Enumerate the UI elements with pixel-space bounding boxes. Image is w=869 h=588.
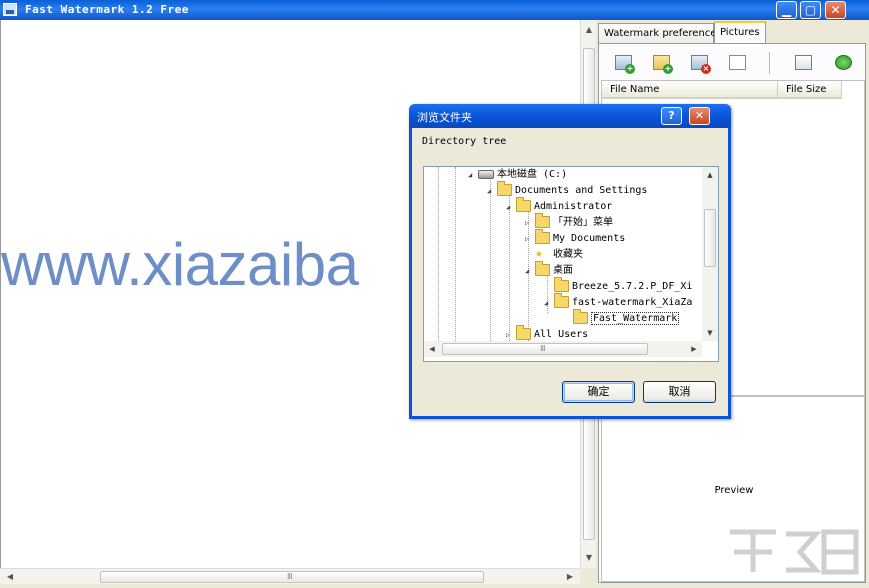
tree-node[interactable]: ◢ Documents and Settings [487,181,647,199]
column-header-file-size[interactable]: File Size [778,81,842,99]
dialog-title-bar: 浏览文件夹 ? ✕ [409,104,731,128]
tree-node-selected[interactable]: Fast_Watermark [563,309,680,327]
add-picture-icon[interactable]: + [613,52,635,74]
scroll-down-arrow-icon[interactable]: ▼ [581,550,597,566]
tree-node[interactable]: ◢ 本地磁盘 (C:) [468,167,567,183]
canvas-horizontal-scrollbar[interactable]: ◀ Ⅲ ▶ [0,568,580,584]
tab-watermark-preferences[interactable]: Watermark preferences [598,23,722,43]
folder-icon [554,293,569,308]
close-button[interactable]: ✕ [825,1,846,19]
tree-node[interactable]: ★ 收藏夹 [525,247,583,263]
app-icon [3,3,17,16]
canvas-horizontal-scroll-thumb[interactable]: Ⅲ [100,571,484,583]
tree-node[interactable]: Breeze_5.7.2.P_DF_Xi [544,277,692,295]
clear-list-icon[interactable] [727,52,749,74]
browse-folder-dialog: 浏览文件夹 ? ✕ Directory tree ◢ 本地磁盘 (C:) ◢ Doc… [409,104,731,419]
folder-icon [497,181,512,196]
star-icon: ★ [535,246,543,261]
maximize-button[interactable]: ▢ [800,1,821,19]
panel-tabs: Watermark preferences Pictures [598,21,868,44]
folder-icon [535,213,550,228]
folder-icon [516,325,531,340]
scroll-left-arrow-icon[interactable]: ◀ [2,569,18,585]
column-header-file-name[interactable]: File Name [602,81,778,99]
apply-check-icon[interactable] [833,52,855,74]
minimize-button[interactable]: ▁ [776,1,797,19]
title-bar: Fast Watermark 1.2 Free ▁ ▢ ✕ [0,0,869,20]
tree-node[interactable]: ◢ Administrator [506,197,612,215]
tree-vertical-scrollbar[interactable]: ▲ ▼ [702,167,718,341]
help-button[interactable]: ? [661,107,682,125]
dialog-title: 浏览文件夹 [417,111,472,124]
drive-icon [478,170,494,179]
folder-icon [516,197,531,212]
watermark-preview-text: www.xiazaiba [1,231,359,298]
scroll-right-arrow-icon[interactable]: ▶ [562,569,578,585]
tree-node[interactable]: ◢ 桌面 [525,261,573,279]
tree-node[interactable]: ◢ fast-watermark_XiaZa [544,293,692,311]
tree-scroll-right-arrow-icon[interactable]: ▶ [686,341,702,357]
tree-scroll-down-arrow-icon[interactable]: ▼ [702,325,718,341]
pictures-toolbar: + + × [609,52,859,76]
tree-scroll-up-arrow-icon[interactable]: ▲ [702,167,718,183]
dialog-close-button[interactable]: ✕ [689,107,710,125]
scroll-up-arrow-icon[interactable]: ▲ [581,22,597,38]
folder-icon [535,261,550,276]
tab-pictures[interactable]: Pictures [714,21,766,44]
add-folder-icon[interactable]: + [651,52,673,74]
tree-vertical-scroll-thumb[interactable] [704,209,716,267]
preview-label: Preview [714,485,754,496]
tree-horizontal-scrollbar[interactable]: ◀ Ⅲ ▶ [424,341,702,357]
cancel-button[interactable]: 取消 [643,381,716,403]
tree-scroll-left-arrow-icon[interactable]: ◀ [424,341,440,357]
remove-picture-icon[interactable]: × [689,52,711,74]
tree-horizontal-scroll-thumb[interactable]: Ⅲ [442,343,648,355]
folder-icon [573,309,588,324]
scroll-grip-icon: Ⅲ [287,572,293,581]
toolbar-separator [769,52,770,74]
directory-tree[interactable]: ◢ 本地磁盘 (C:) ◢ Documents and Settings ◢ Admi… [423,166,719,362]
tree-node[interactable]: ▷ My Documents [525,229,625,247]
window-title: Fast Watermark 1.2 Free [25,3,189,16]
ok-button[interactable]: 确定 [562,381,635,403]
tree-node[interactable]: ▷ All Users [506,325,588,341]
scroll-grip-icon: Ⅲ [540,344,546,353]
edit-icon[interactable] [793,52,815,74]
folder-icon [554,277,569,292]
directory-tree-label: Directory tree [422,136,507,147]
folder-icon [535,229,550,244]
site-logo-watermark [730,529,859,575]
